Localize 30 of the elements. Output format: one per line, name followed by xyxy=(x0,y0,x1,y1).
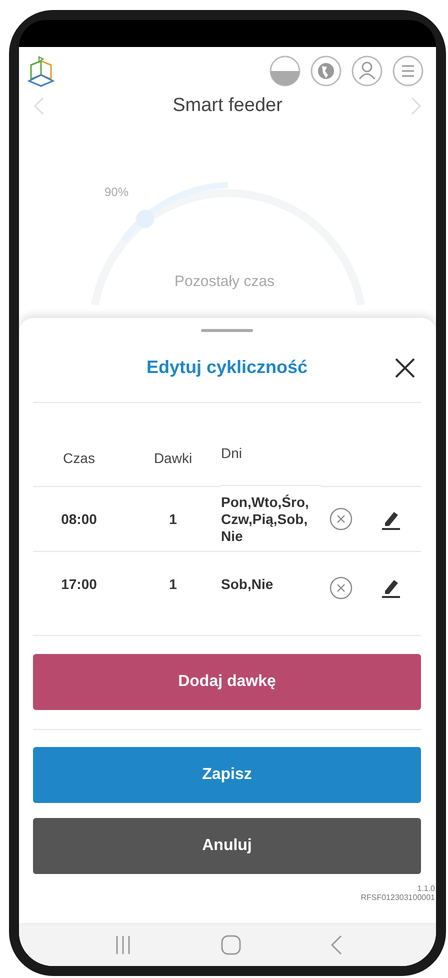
cube-logo-icon xyxy=(25,55,57,87)
table-cell: 1 xyxy=(125,552,221,636)
remove-icon[interactable] xyxy=(329,507,353,531)
menu-icon[interactable] xyxy=(392,55,424,87)
cancel-button[interactable]: Anuluj xyxy=(33,818,421,874)
home-icon[interactable] xyxy=(220,934,242,956)
save-button[interactable]: Zapisz xyxy=(33,747,421,803)
sheet-title: Edytuj cykliczność xyxy=(146,356,308,378)
table-cell: 08:00 xyxy=(33,487,125,552)
drag-handle[interactable] xyxy=(201,329,253,332)
remove-icon[interactable] xyxy=(329,576,353,600)
back-icon[interactable] xyxy=(328,934,342,956)
column-header: Dni xyxy=(221,429,321,486)
close-button[interactable] xyxy=(393,356,417,380)
version-text: RFSF012303100001 xyxy=(360,893,435,902)
table-cell: Pon,Wto,Śro,Czw,Pią,Sob,Nie xyxy=(221,487,321,552)
add-dose-button[interactable]: Dodaj dawkę xyxy=(33,654,421,710)
version-text: 1.1.0 xyxy=(417,884,435,893)
gauge-label: Pozostały czas xyxy=(174,273,275,290)
table-cell: 17:00 xyxy=(33,552,125,636)
gauge-percent: 90% xyxy=(104,185,129,199)
table-cell: Sob,Nie xyxy=(221,552,321,636)
table-cell: 1 xyxy=(125,487,221,552)
globe-icon[interactable] xyxy=(310,55,342,87)
column-header: Dawki xyxy=(125,429,221,487)
page-title: Smart feeder xyxy=(172,95,282,117)
column-header: Czas xyxy=(33,429,125,487)
close-icon xyxy=(394,357,416,379)
user-icon[interactable] xyxy=(351,55,383,87)
half-filled-circle-icon[interactable] xyxy=(269,55,301,87)
